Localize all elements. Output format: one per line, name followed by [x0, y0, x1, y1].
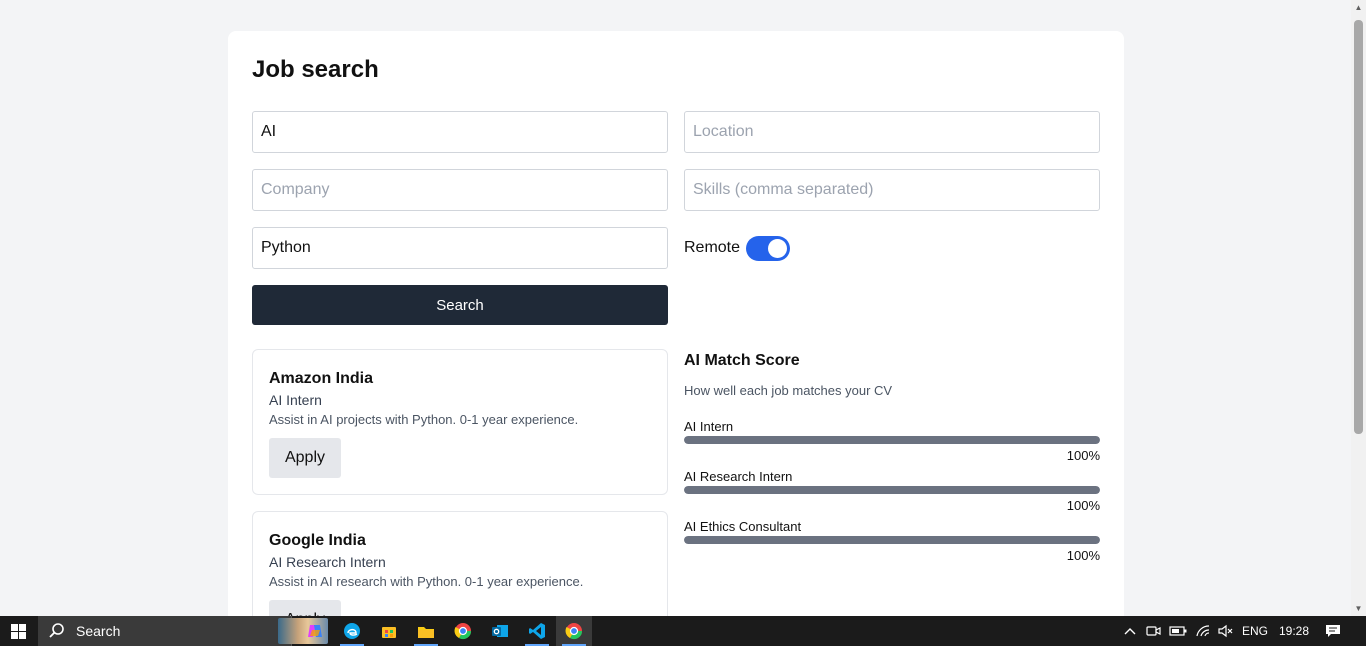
apply-button[interactable]: Apply: [269, 600, 341, 616]
match-percent: 100%: [1066, 548, 1100, 563]
vscode-icon[interactable]: [519, 616, 555, 646]
match-bar-fill: [684, 436, 1100, 444]
wifi-icon[interactable]: [1192, 616, 1214, 646]
store-icon[interactable]: [371, 616, 407, 646]
match-score-row: AI Ethics Consultant 100%: [684, 519, 1100, 563]
match-bar-fill: [684, 486, 1100, 494]
match-score-row: AI Research Intern 100%: [684, 469, 1100, 513]
apply-button[interactable]: Apply: [269, 438, 341, 478]
job-description: Assist in AI research with Python. 0-1 y…: [269, 574, 584, 589]
show-hidden-icons-chevron-up-icon[interactable]: [1120, 616, 1140, 646]
job-description: Assist in AI projects with Python. 0-1 y…: [269, 412, 579, 427]
job-company: Google India: [269, 532, 366, 549]
match-job-label: AI Ethics Consultant: [684, 519, 802, 534]
windows-taskbar: Search ENG 19:28: [0, 616, 1366, 646]
match-score-row: AI Intern 100%: [684, 419, 1100, 463]
company-input[interactable]: [252, 169, 668, 211]
toggle-knob: [768, 239, 787, 258]
job-role: AI Research Intern: [269, 554, 386, 570]
scroll-down-arrow-icon[interactable]: ▼: [1351, 601, 1366, 616]
job-role: AI Intern: [269, 392, 322, 408]
job-card: Amazon India AI Intern Assist in AI proj…: [252, 349, 668, 495]
job-card: Google India AI Research Intern Assist i…: [252, 511, 668, 616]
keyword-input[interactable]: [252, 111, 668, 153]
page-title: Job search: [252, 56, 379, 83]
job-company: Amazon India: [269, 370, 374, 387]
taskbar-search-text: Search: [76, 623, 121, 639]
chrome-icon[interactable]: [445, 616, 481, 646]
scrollbar-thumb[interactable]: [1354, 20, 1363, 434]
copilot-icon[interactable]: [297, 616, 333, 646]
match-bar-track: [684, 536, 1100, 544]
edge-icon[interactable]: [334, 616, 370, 646]
scroll-up-arrow-icon[interactable]: ▲: [1351, 0, 1366, 15]
start-button[interactable]: [0, 616, 36, 646]
clock[interactable]: 19:28: [1276, 616, 1312, 646]
tech-input[interactable]: [252, 227, 668, 269]
match-bar-fill: [684, 536, 1100, 544]
search-icon: [49, 623, 64, 638]
remote-toggle[interactable]: [746, 236, 790, 261]
search-button[interactable]: Search: [252, 285, 668, 325]
taskbar-search-box[interactable]: Search: [38, 616, 328, 646]
match-score-title: AI Match Score: [684, 352, 800, 369]
match-percent: 100%: [1066, 498, 1100, 513]
match-score-subtitle: How well each job matches your CV: [684, 383, 893, 398]
outlook-icon[interactable]: [482, 616, 518, 646]
volume-muted-icon[interactable]: [1214, 616, 1236, 646]
meet-now-camera-icon[interactable]: [1144, 616, 1164, 646]
skills-input[interactable]: [684, 169, 1100, 211]
match-bar-track: [684, 436, 1100, 444]
notifications-icon[interactable]: [1320, 616, 1346, 646]
file-explorer-icon[interactable]: [408, 616, 444, 646]
match-percent: 100%: [1066, 448, 1100, 463]
battery-icon[interactable]: [1168, 616, 1188, 646]
match-bar-track: [684, 486, 1100, 494]
remote-label: Remote: [684, 239, 741, 256]
location-input[interactable]: [684, 111, 1100, 153]
page-scrollbar[interactable]: ▲ ▼: [1351, 0, 1366, 616]
windows-logo-icon: [10, 623, 26, 639]
match-job-label: AI Intern: [684, 419, 734, 434]
browser-viewport: Job search Remote Search Amazon India AI…: [0, 0, 1351, 616]
match-job-label: AI Research Intern: [684, 469, 793, 484]
language-indicator[interactable]: ENG: [1240, 616, 1270, 646]
chrome-active-icon[interactable]: [556, 616, 592, 646]
